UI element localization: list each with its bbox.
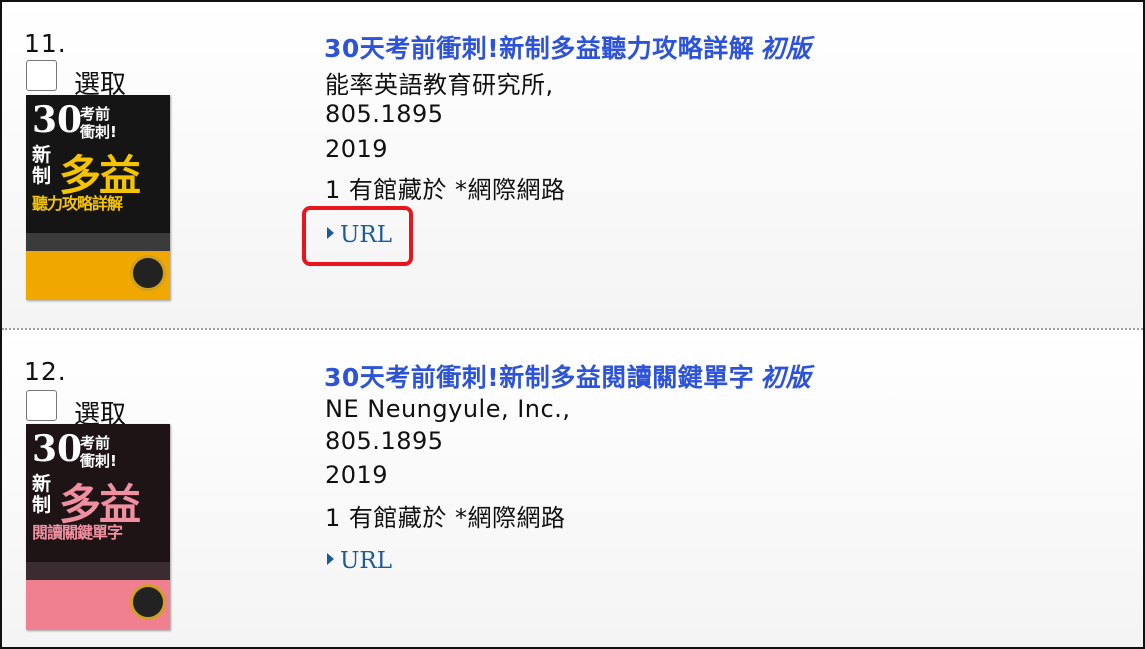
search-results-panel: 11. 選取 30 考前衝刺! 新制 多益 聽力攻略詳解 30天考前衝刺!新制多… <box>0 0 1145 649</box>
cover-number: 30 <box>32 428 83 470</box>
cover-new-label: 新制 <box>32 144 52 187</box>
record-number: 11. <box>24 29 67 58</box>
select-checkbox[interactable] <box>26 390 57 421</box>
cover-subtitle: 閱讀關鍵單字 <box>32 523 123 542</box>
publisher: 能率英語教育研究所, <box>325 71 554 99</box>
url-label[interactable]: URL <box>340 548 392 574</box>
publication-year: 2019 <box>325 461 389 489</box>
edition-text[interactable]: 初版 <box>760 34 811 63</box>
cover-tag: 考前衝刺! <box>80 434 117 470</box>
cover-subtitle: 聽力攻略詳解 <box>32 194 123 213</box>
title-text[interactable]: 30天考前衝刺!新制多益閱讀關鍵單字 <box>324 363 754 392</box>
result-record-12: 12. 選取 30 考前衝刺! 新制 多益 閱讀關鍵單字 30天考前衝刺!新制多… <box>2 330 1143 647</box>
cover-medal-icon <box>130 584 166 620</box>
edition-text[interactable]: 初版 <box>760 363 811 392</box>
record-title-link[interactable]: 30天考前衝刺!新制多益閱讀關鍵單字 初版 <box>324 358 811 394</box>
cover-medal-icon <box>130 255 166 291</box>
holdings-info: 1 有館藏於 *網際網路 <box>325 504 566 532</box>
holdings-info: 1 有館藏於 *網際網路 <box>325 176 566 204</box>
record-number: 12. <box>24 357 67 386</box>
result-record-11: 11. 選取 30 考前衝刺! 新制 多益 聽力攻略詳解 30天考前衝刺!新制多… <box>2 2 1143 330</box>
url-link[interactable]: URL <box>327 548 392 574</box>
cover-new-label: 新制 <box>32 473 52 516</box>
publisher: NE Neungyule, Inc., <box>325 395 571 423</box>
cover-band <box>26 233 170 251</box>
play-arrow-icon <box>327 553 334 565</box>
highlight-box <box>302 206 413 266</box>
record-title-link[interactable]: 30天考前衝刺!新制多益聽力攻略詳解 初版 <box>324 29 811 65</box>
book-cover-image[interactable]: 30 考前衝刺! 新制 多益 閱讀關鍵單字 <box>26 424 170 630</box>
cover-tag: 考前衝刺! <box>80 105 117 141</box>
select-checkbox[interactable] <box>26 60 57 91</box>
cover-number: 30 <box>32 99 83 141</box>
call-number: 805.1895 <box>325 100 444 128</box>
cover-band <box>26 562 170 580</box>
publication-year: 2019 <box>325 135 389 163</box>
call-number: 805.1895 <box>325 427 444 455</box>
book-cover-image[interactable]: 30 考前衝刺! 新制 多益 聽力攻略詳解 <box>26 95 170 300</box>
title-text[interactable]: 30天考前衝刺!新制多益聽力攻略詳解 <box>324 34 754 63</box>
